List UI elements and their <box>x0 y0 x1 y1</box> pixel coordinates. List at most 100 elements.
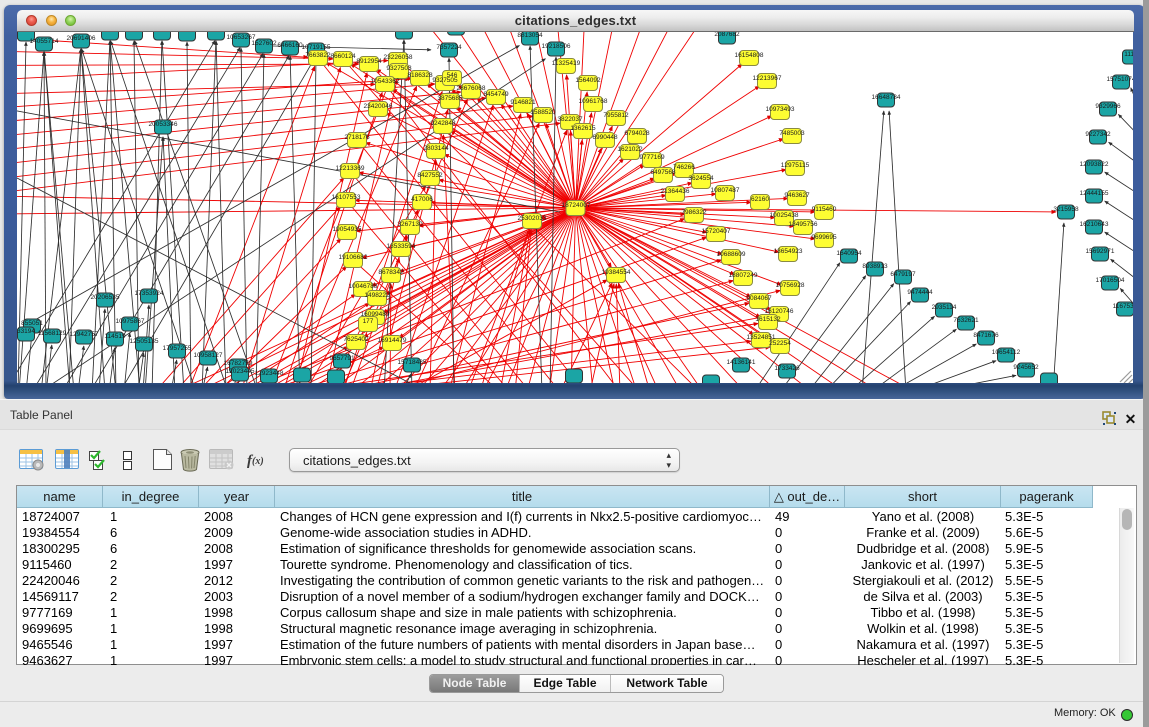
svg-text:8813054: 8813054 <box>517 32 543 39</box>
svg-text:14136141: 14136141 <box>727 359 756 366</box>
svg-text:8678342: 8678342 <box>378 269 404 276</box>
svg-text:10807487: 10807487 <box>711 187 740 194</box>
svg-text:9777169: 9777169 <box>639 154 665 161</box>
svg-text:12942757: 12942757 <box>70 331 99 338</box>
svg-text:177: 177 <box>363 318 374 325</box>
svg-text:23420046: 23420046 <box>364 103 393 110</box>
svg-text:13495756: 13495756 <box>789 221 818 228</box>
svg-text:19218506: 19218506 <box>542 43 571 50</box>
svg-text:7357224: 7357224 <box>436 44 462 51</box>
svg-text:19054935: 19054935 <box>333 226 362 233</box>
svg-text:19106682: 19106682 <box>339 254 368 261</box>
svg-text:417006: 417006 <box>411 196 433 203</box>
svg-text:9227342: 9227342 <box>1085 131 1111 138</box>
svg-text:9115460: 9115460 <box>812 206 837 213</box>
svg-text:7625402: 7625402 <box>343 336 369 343</box>
svg-text:17353924: 17353924 <box>135 290 164 297</box>
svg-text:16648784: 16648784 <box>872 94 901 101</box>
svg-text:10046788: 10046788 <box>349 283 378 290</box>
svg-text:(x): (x) <box>252 456 264 467</box>
svg-text:28676068: 28676068 <box>457 85 486 92</box>
svg-text:10654112: 10654112 <box>992 349 1021 356</box>
svg-text:8471676: 8471676 <box>973 332 999 339</box>
svg-text:6479197: 6479197 <box>890 271 916 278</box>
svg-text:62160: 62160 <box>751 196 769 203</box>
svg-text:746266: 746266 <box>673 164 695 171</box>
svg-text:18724007: 18724007 <box>562 202 591 209</box>
svg-text:8454749: 8454749 <box>483 91 509 98</box>
svg-text:1588520: 1588520 <box>530 109 556 116</box>
svg-text:16107553: 16107553 <box>332 194 361 201</box>
svg-text:15720407: 15720407 <box>702 228 731 235</box>
svg-text:9474444: 9474444 <box>907 289 933 296</box>
svg-text:16210643: 16210643 <box>1080 221 1109 228</box>
svg-text:18807249: 18807249 <box>729 272 758 279</box>
svg-text:1564092: 1564092 <box>575 77 601 84</box>
svg-text:9329966: 9329966 <box>1095 103 1121 110</box>
svg-text:10756928: 10756928 <box>776 282 805 289</box>
svg-text:3267130: 3267130 <box>397 221 423 228</box>
svg-text:9657791: 9657791 <box>329 355 355 362</box>
svg-text:10543362: 10543362 <box>371 78 400 85</box>
svg-text:6794028: 6794028 <box>624 130 650 137</box>
svg-text:8427552: 8427552 <box>417 172 443 179</box>
svg-text:9245652: 9245652 <box>1013 364 1039 371</box>
svg-text:17957255: 17957255 <box>163 345 192 352</box>
svg-text:10973493: 10973493 <box>766 106 795 113</box>
svg-text:1498222: 1498222 <box>364 292 390 299</box>
svg-text:11568129: 11568129 <box>38 330 67 337</box>
svg-text:3624554: 3624554 <box>688 175 714 182</box>
svg-text:8912954: 8912954 <box>356 58 382 65</box>
svg-text:12923448: 12923448 <box>255 370 284 377</box>
svg-text:2087682: 2087682 <box>714 32 740 38</box>
svg-text:2718176: 2718176 <box>344 134 370 141</box>
svg-text:1733426: 1733426 <box>774 365 800 372</box>
svg-text:12505135: 12505135 <box>130 338 159 345</box>
svg-text:14055714: 14055714 <box>30 38 59 45</box>
svg-text:12213369: 12213369 <box>336 165 365 172</box>
svg-text:114519: 114519 <box>104 333 126 340</box>
svg-text:15692971: 15692971 <box>1086 248 1115 255</box>
svg-text:3215958: 3215958 <box>1053 206 1079 213</box>
svg-text:1167533: 1167533 <box>1113 303 1133 310</box>
svg-text:1362615: 1362615 <box>570 125 596 132</box>
svg-text:2935114: 2935114 <box>932 304 957 311</box>
svg-text:19384554: 19384554 <box>602 269 631 276</box>
svg-text:1527602: 1527602 <box>251 40 277 47</box>
svg-text:6990448: 6990448 <box>592 134 618 141</box>
svg-text:20053346: 20053346 <box>149 121 178 128</box>
svg-text:9242848: 9242848 <box>430 120 456 127</box>
svg-text:20206535: 20206535 <box>91 294 120 301</box>
svg-text:12213967: 12213967 <box>753 75 782 82</box>
svg-text:7485003: 7485003 <box>779 130 805 137</box>
svg-text:10688609: 10688609 <box>717 251 746 258</box>
svg-text:7986322: 7986322 <box>681 209 707 216</box>
svg-text:12975115: 12975115 <box>781 162 810 169</box>
svg-text:7955812: 7955812 <box>603 112 629 119</box>
svg-text:16099489: 16099489 <box>361 311 390 318</box>
svg-text:8660124: 8660124 <box>330 53 356 60</box>
svg-text:10958127: 10958127 <box>194 352 223 359</box>
svg-text:11325419: 11325419 <box>552 60 581 67</box>
svg-text:2803144: 2803144 <box>423 145 449 152</box>
svg-text:9463627: 9463627 <box>784 192 810 199</box>
svg-text:1117: 1117 <box>1124 51 1133 58</box>
svg-text:9327503: 9327503 <box>386 65 412 72</box>
svg-text:13533594: 13533594 <box>387 243 416 250</box>
svg-text:6466160: 6466160 <box>277 42 303 49</box>
svg-text:13654923: 13654923 <box>774 248 803 255</box>
svg-text:10975867: 10975867 <box>116 318 145 325</box>
svg-text:12023445: 12023445 <box>226 368 255 375</box>
svg-text:33194: 33194 <box>17 328 35 335</box>
svg-text:7663822: 7663822 <box>305 52 331 59</box>
svg-text:3822037: 3822037 <box>557 116 583 123</box>
svg-text:1640954: 1640954 <box>836 250 862 257</box>
svg-text:9084067: 9084067 <box>746 295 772 302</box>
svg-text:9699695: 9699695 <box>811 234 837 241</box>
svg-text:15718485: 15718485 <box>398 359 427 366</box>
svg-text:21364436: 21364436 <box>661 188 690 195</box>
svg-text:15751074: 15751074 <box>1107 76 1133 83</box>
svg-text:16782759: 16782759 <box>224 360 253 367</box>
svg-text:12444155: 12444155 <box>1080 190 1109 197</box>
svg-text:16120746: 16120746 <box>765 308 794 315</box>
